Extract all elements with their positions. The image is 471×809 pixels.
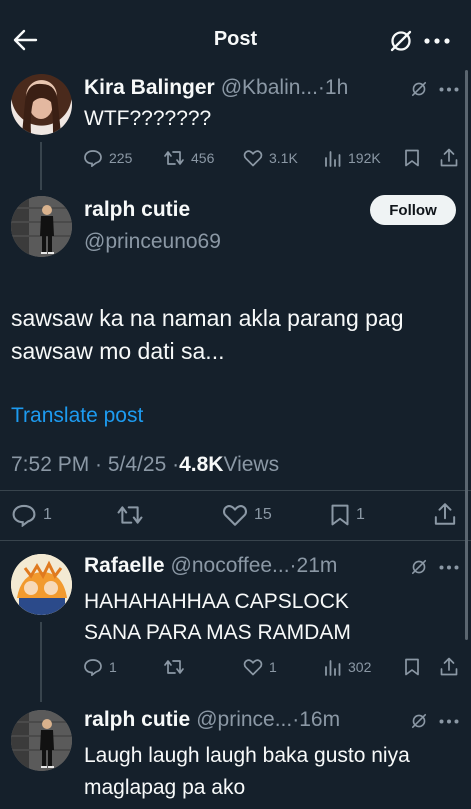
tweet-header: Rafaelle @nocoffee...·21m <box>84 554 337 578</box>
display-name[interactable]: ralph cutie <box>84 198 190 222</box>
share-button[interactable] <box>440 148 458 167</box>
handle-time: @nocoffee...·21m <box>170 554 338 577</box>
tweet-text: Laugh laugh laugh baka gusto niya maglap… <box>84 744 410 799</box>
avatar-image <box>22 83 61 134</box>
like-icon <box>243 150 263 167</box>
tweet-header: ralph cutie @prince...·16m <box>84 708 340 732</box>
bookmark-button[interactable] <box>404 149 420 167</box>
repost-count: 456 <box>191 150 215 166</box>
grok-button[interactable] <box>410 80 428 98</box>
grok-button[interactable] <box>410 558 428 576</box>
share-icon <box>440 657 458 676</box>
reply-icon <box>84 659 102 676</box>
views-count: 4.8K <box>179 453 224 476</box>
repost-icon <box>164 660 184 674</box>
share-icon <box>440 148 458 167</box>
more-icon <box>424 38 450 44</box>
tweet-header: ralph cutie <box>84 198 190 222</box>
like-icon <box>243 659 263 676</box>
bookmark-button[interactable] <box>404 658 420 676</box>
views-count: 192K <box>348 150 381 166</box>
more-button[interactable] <box>439 87 459 92</box>
divider <box>0 490 471 491</box>
avatar-image <box>11 554 72 615</box>
more-button[interactable] <box>439 565 459 570</box>
share-button[interactable] <box>434 502 456 526</box>
reply-icon <box>12 504 36 527</box>
avatar[interactable] <box>11 710 72 771</box>
divider <box>0 540 471 541</box>
more-button[interactable] <box>424 38 450 44</box>
tweet-meta: 7:52 PM · 5/4/25 · 4.8K Views <box>11 453 279 477</box>
handle-time: @Kbalin...·1h <box>220 76 349 99</box>
repost-icon <box>117 506 143 524</box>
reply-action[interactable]: 1 <box>83 658 117 676</box>
views-icon <box>325 660 341 676</box>
repost-action[interactable] <box>116 503 144 527</box>
like-action[interactable]: 3.1K <box>243 149 298 167</box>
like-icon <box>223 505 247 526</box>
views-count: 302 <box>348 659 372 675</box>
handle-time: @prince...·16m <box>196 708 341 731</box>
bookmark-action[interactable]: 1 <box>330 503 365 527</box>
repost-action[interactable]: 456 <box>163 149 214 167</box>
tweet-text: HAHAHAHHAA CAPSLOCK SANA PARA MAS RAMDAM <box>84 590 351 644</box>
like-count: 1 <box>269 659 277 675</box>
grok-button[interactable] <box>388 28 414 54</box>
tweet-header: Kira Balinger @Kbalin...·1h <box>84 76 348 100</box>
avatar-image <box>11 710 72 771</box>
repost-action[interactable] <box>163 658 185 676</box>
thread-line <box>40 142 42 190</box>
share-icon <box>434 503 456 525</box>
like-count: 3.1K <box>269 150 298 166</box>
views-icon <box>325 151 341 167</box>
display-name[interactable]: ralph cutie <box>84 708 190 732</box>
views-action[interactable]: 192K <box>324 149 381 167</box>
grok-button[interactable] <box>410 712 428 730</box>
avatar[interactable] <box>11 554 72 615</box>
display-name[interactable]: Kira Balinger <box>84 76 215 100</box>
like-action[interactable]: 1 <box>243 658 277 676</box>
reply-count: 225 <box>109 150 133 166</box>
bookmark-icon <box>405 658 419 676</box>
timestamp[interactable]: 7:52 PM · 5/4/25 · <box>11 453 179 477</box>
bookmark-icon <box>331 504 349 526</box>
display-name[interactable]: Rafaelle <box>84 554 165 578</box>
thread-line <box>40 622 42 702</box>
reply-action[interactable]: 225 <box>83 149 132 167</box>
avatar[interactable] <box>11 74 72 135</box>
reply-count: 1 <box>109 659 117 675</box>
grok-icon <box>411 713 427 729</box>
reply-action[interactable]: 1 <box>11 503 52 527</box>
avatar[interactable] <box>11 196 72 257</box>
bookmark-count: 1 <box>356 506 365 523</box>
share-button[interactable] <box>440 657 458 676</box>
translate-link[interactable]: Translate post <box>11 404 143 428</box>
more-icon <box>439 719 459 724</box>
views-action[interactable]: 302 <box>324 658 371 676</box>
grok-icon <box>390 30 412 52</box>
like-count: 15 <box>254 506 272 523</box>
follow-button[interactable]: Follow <box>370 195 456 225</box>
avatar-image <box>11 196 72 257</box>
more-icon <box>439 565 459 570</box>
bookmark-icon <box>405 149 419 167</box>
handle[interactable]: @princeuno69 <box>84 230 221 254</box>
views-label: Views <box>223 453 280 476</box>
more-button[interactable] <box>439 719 459 724</box>
grok-icon <box>411 81 427 97</box>
tweet-text: sawsaw ka na naman akla parang pag sawsa… <box>11 305 404 364</box>
more-icon <box>439 87 459 92</box>
reply-icon <box>84 150 102 167</box>
like-action[interactable]: 15 <box>222 503 272 527</box>
repost-icon <box>164 151 184 165</box>
tweet-text: WTF??????? <box>84 107 212 130</box>
scrollbar[interactable] <box>465 70 468 640</box>
grok-icon <box>411 559 427 575</box>
reply-count: 1 <box>43 506 52 523</box>
